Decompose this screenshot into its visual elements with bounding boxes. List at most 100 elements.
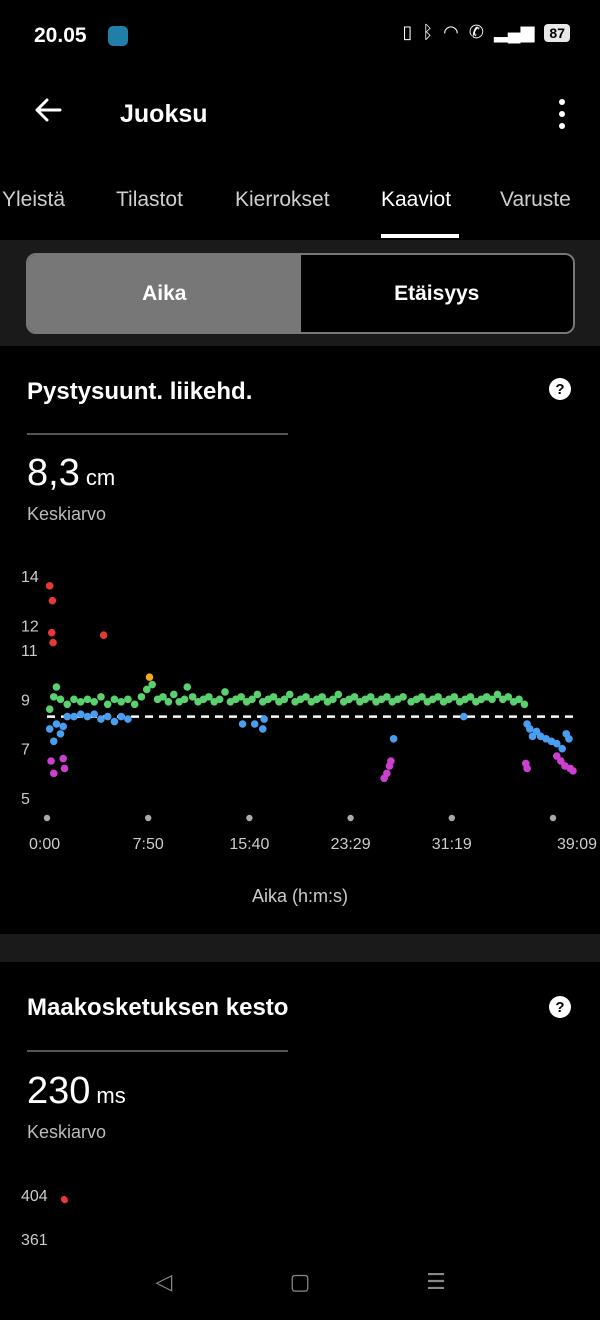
data-point-green xyxy=(124,695,132,704)
data-point-purple xyxy=(49,769,58,778)
bluetooth-icon: ᛒ xyxy=(422,22,434,42)
help-icon[interactable]: ? xyxy=(549,996,571,1018)
title-divider xyxy=(27,1050,288,1052)
ground-contact-card: Maakosketuksen kesto ? 230 ms Keskiarvo 4… xyxy=(0,962,600,1249)
data-point-green xyxy=(180,695,189,704)
vertical-oscillation-card: Pystysuunt. liikehd. ? 8,3 cm Keskiarvo 1… xyxy=(0,346,600,934)
data-point-blue xyxy=(565,735,573,743)
data-point-green xyxy=(110,695,119,704)
call-icon: ✆ xyxy=(468,22,484,42)
y-tick-label: 404 xyxy=(21,1188,48,1205)
data-point-blue xyxy=(103,712,112,721)
segment-aika[interactable]: Aika xyxy=(28,255,301,332)
system-nav-bar: ◁ ▢ ☰ xyxy=(0,1248,600,1320)
app-notification-icon xyxy=(108,26,128,46)
average-unit: cm xyxy=(85,465,116,490)
nav-home-icon[interactable]: ▢ xyxy=(280,1262,320,1302)
data-point-green xyxy=(183,683,192,691)
y-tick-label: 5 xyxy=(21,791,30,808)
x-tick-label: 31:19 xyxy=(432,836,472,853)
y-tick-label: 361 xyxy=(21,1232,48,1249)
status-time: 20.05 xyxy=(34,24,87,47)
data-point-green xyxy=(117,698,125,706)
data-point-red xyxy=(47,628,56,637)
data-point-orange xyxy=(145,673,154,681)
x-tick-dot xyxy=(43,814,51,822)
data-point-green xyxy=(148,680,156,689)
nav-menu-icon[interactable]: ☰ xyxy=(416,1262,456,1302)
data-point-green xyxy=(221,688,229,696)
segment-band: Aika Etäisyys xyxy=(0,240,600,346)
data-point-green xyxy=(70,695,78,704)
data-point-blue xyxy=(117,712,125,721)
data-point-blue xyxy=(250,720,259,728)
data-point-green xyxy=(49,693,58,701)
data-point-red xyxy=(49,638,57,647)
x-tick-dot xyxy=(145,814,152,822)
x-tick-label: 7:50 xyxy=(133,836,164,853)
tab-kaaviot[interactable]: Kaaviot xyxy=(381,188,451,212)
data-point-green xyxy=(103,700,112,709)
data-point-blue xyxy=(45,725,54,733)
data-point-green xyxy=(83,695,92,704)
y-tick-label: 9 xyxy=(21,692,30,709)
data-point-green xyxy=(130,700,139,709)
ground-contact-chart: 404 361 xyxy=(0,1177,600,1257)
active-tab-indicator xyxy=(381,234,459,238)
x-tick-dot xyxy=(549,814,557,822)
data-point-purple xyxy=(60,764,69,773)
data-point-blue xyxy=(238,720,247,728)
nav-back-icon[interactable]: ◁ xyxy=(144,1262,184,1302)
back-arrow-icon[interactable] xyxy=(30,92,66,128)
data-point-purple xyxy=(523,764,531,773)
card-title: Maakosketuksen kesto xyxy=(27,994,289,1021)
average-number: 8,3 xyxy=(27,452,80,494)
y-tick-label: 12 xyxy=(21,618,39,635)
data-point-blue xyxy=(83,712,92,721)
tab-yleista[interactable]: Yleistä xyxy=(2,188,65,212)
data-point-green xyxy=(215,695,224,704)
y-tick-label: 11 xyxy=(21,643,38,660)
title-divider xyxy=(27,433,288,435)
tab-tilastot[interactable]: Tilastot xyxy=(116,188,183,212)
x-tick-dot xyxy=(347,814,354,822)
data-point-blue xyxy=(110,717,119,726)
x-axis-label: Aika (h:m:s) xyxy=(252,886,348,906)
app-bar: Juoksu xyxy=(0,72,600,162)
average-value: 230 ms xyxy=(27,1070,126,1113)
y-tick-label: 14 xyxy=(21,569,39,586)
data-point-green xyxy=(56,695,65,704)
tab-kierrokset[interactable]: Kierrokset xyxy=(235,188,330,212)
data-point-green xyxy=(63,700,72,709)
x-tick-label: 15:40 xyxy=(229,836,269,853)
data-point-red xyxy=(61,1196,68,1204)
data-point-green xyxy=(137,693,146,701)
data-point-blue xyxy=(526,725,534,733)
x-tick-dot xyxy=(246,814,253,822)
segment-etaisyys[interactable]: Etäisyys xyxy=(300,255,573,332)
data-point-green xyxy=(253,690,262,699)
help-icon[interactable]: ? xyxy=(549,378,571,400)
more-options-icon[interactable] xyxy=(550,96,574,132)
average-number: 230 xyxy=(27,1070,91,1112)
data-point-green xyxy=(52,683,61,691)
data-point-purple xyxy=(47,757,55,765)
data-point-red xyxy=(45,582,54,590)
data-point-green xyxy=(520,700,529,709)
data-point-blue xyxy=(90,710,99,718)
status-icons: ▯ ᛒ ◠ ✆ ▂▄▆ 87 xyxy=(402,22,570,43)
vertical-oscillation-chart: 14 12 11 9 7 5 0:00 7:50 15:40 23:29 31:19 39:09 Aik… xyxy=(0,556,600,926)
data-point-blue xyxy=(52,720,61,728)
average-value: 8,3 cm xyxy=(27,452,115,495)
status-bar: 20.05 ▯ ᛒ ◠ ✆ ▂▄▆ 87 xyxy=(0,0,600,72)
tab-varuste[interactable]: Varuste xyxy=(500,188,571,212)
data-point-blue xyxy=(124,715,132,723)
average-label: Keskiarvo xyxy=(27,1122,107,1142)
data-point-green xyxy=(45,705,54,713)
data-point-blue xyxy=(70,712,78,721)
page-title: Juoksu xyxy=(120,100,208,128)
data-point-purple xyxy=(59,754,67,763)
data-point-blue xyxy=(389,735,398,743)
data-point-blue xyxy=(63,712,72,721)
data-point-green xyxy=(90,698,99,706)
